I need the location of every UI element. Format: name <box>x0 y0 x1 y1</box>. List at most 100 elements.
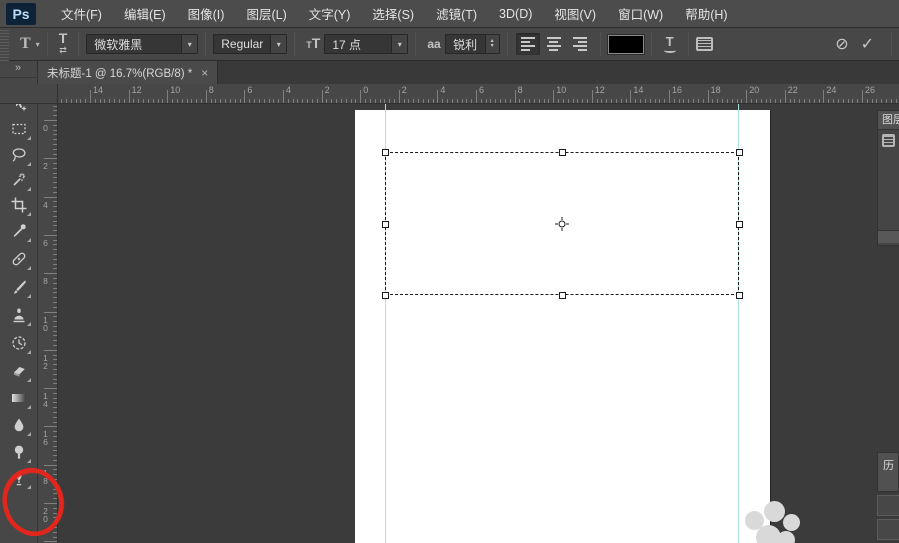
pen-tool[interactable] <box>5 465 33 491</box>
photoshop-logo: Ps <box>6 2 36 25</box>
panel-footer <box>878 230 899 243</box>
eyedropper-tool-icon <box>13 224 26 237</box>
tool-preset-dropdown-arrow-icon[interactable]: ▾ <box>36 40 40 49</box>
menu-item-2[interactable]: 图像(I) <box>177 0 236 28</box>
handle-bottom-right[interactable] <box>736 292 743 299</box>
options-bar-grip[interactable] <box>0 27 9 61</box>
handle-middle-right[interactable] <box>736 221 743 228</box>
history-panel-tab[interactable]: 历 <box>877 452 899 492</box>
horizontal-ruler[interactable]: 14 12 10 8 6 4 2 0 2 4 6 8 10 12 14 16 18 20 22 24 26 <box>58 84 899 104</box>
eraser-tool[interactable] <box>5 358 33 384</box>
divider <box>78 32 80 56</box>
layers-panel-title: 图层 <box>878 111 899 130</box>
blur-tool[interactable] <box>5 412 33 438</box>
ruler-top-label-0: 14 <box>93 85 104 95</box>
divider <box>46 32 48 56</box>
menu-bar: Ps 文件(F) 编辑(E) 图像(I) 图层(L) 文字(Y) 选择(S) 滤镜(T) 3D… <box>0 0 899 28</box>
font-family-value: 微软雅黑 <box>94 37 143 52</box>
dropdown-arrow-icon[interactable]: ▾ <box>391 35 408 53</box>
close-tab-icon[interactable]: × <box>201 66 208 80</box>
menu-item-8[interactable]: 视图(V) <box>543 0 607 28</box>
dropdown-arrow-icon[interactable]: ▾ <box>181 35 198 53</box>
ruler-left-label-0: 0 <box>40 123 51 131</box>
handle-middle-left[interactable] <box>382 221 389 228</box>
ruler-top-label-8: 2 <box>401 85 407 95</box>
menu-item-4[interactable]: 文字(Y) <box>298 0 362 28</box>
divider <box>599 32 601 56</box>
align-left-button[interactable] <box>515 33 540 55</box>
handle-bottom-left[interactable] <box>382 292 389 299</box>
layers-panel-dock[interactable]: 图层 <box>877 110 899 246</box>
ruler-top-label-9: 4 <box>440 85 446 95</box>
collapsed-panel-button[interactable] <box>877 495 899 516</box>
gradient-tool[interactable] <box>5 385 33 411</box>
type-tool-preset-icon[interactable]: T <box>17 35 34 53</box>
ruler-left-label-3: 6 <box>40 237 51 246</box>
brush-tool[interactable] <box>5 274 33 300</box>
menu-item-5[interactable]: 选择(S) <box>361 0 425 28</box>
blur-tool-icon <box>14 418 24 432</box>
healing-brush-tool[interactable] <box>5 246 33 272</box>
tools-panel: » <box>0 61 38 543</box>
ruler-left-label-5: 10 <box>40 314 51 331</box>
ruler-left-label-2: 4 <box>40 199 51 208</box>
pen-tool-icon <box>16 470 22 486</box>
spinner-arrows-icon[interactable]: ▴ ▾ <box>484 35 499 53</box>
menu-item-0[interactable]: 文件(F) <box>50 0 113 28</box>
text-color-swatch[interactable] <box>606 33 645 55</box>
clone-stamp-tool-icon <box>13 308 25 323</box>
handle-bottom-center[interactable] <box>559 292 566 299</box>
menu-item-3[interactable]: 图层(L) <box>235 0 297 28</box>
menu-item-9[interactable]: 窗口(W) <box>607 0 674 28</box>
ruler-top-label-13: 12 <box>594 85 605 95</box>
document-tab-title: 未标题-1 @ 16.7%(RGB/8) * <box>47 67 193 80</box>
font-size-select[interactable]: 17 点 ▾ <box>324 34 409 54</box>
dropdown-arrow-icon[interactable]: ▾ <box>270 35 287 53</box>
menu-item-1[interactable]: 编辑(E) <box>113 0 177 28</box>
ruler-left-label-7: 14 <box>40 391 51 408</box>
warp-text-icon[interactable]: T <box>659 35 681 53</box>
marquee-tool[interactable] <box>5 116 33 142</box>
font-style-select[interactable]: Regular ▾ <box>213 34 288 54</box>
menu-item-7[interactable]: 3D(D) <box>488 2 543 26</box>
commit-edits-icon[interactable]: ✓ <box>855 34 880 54</box>
font-family-select[interactable]: 微软雅黑 ▾ <box>86 34 199 54</box>
crop-tool[interactable] <box>5 192 33 218</box>
menu-item-10[interactable]: 帮助(H) <box>674 0 738 28</box>
ruler-top-label-20: 26 <box>865 85 876 95</box>
vertical-ruler[interactable]: 0 2 4 6 8 10 12 14 16 18 20 <box>38 104 58 543</box>
anti-alias-select[interactable]: 锐利 ▴ ▾ <box>444 34 500 54</box>
ruler-top-label-11: 8 <box>517 85 523 95</box>
ruler-origin-corner[interactable] <box>0 84 58 104</box>
eyedropper-tool[interactable] <box>5 218 33 244</box>
divider <box>415 32 417 56</box>
handle-top-right[interactable] <box>736 149 743 156</box>
text-orientation-toggle-icon[interactable]: T ⇄ <box>55 31 72 55</box>
align-center-button[interactable] <box>542 33 566 55</box>
ruler-top-label-4: 6 <box>247 85 253 95</box>
align-right-button[interactable] <box>568 33 592 55</box>
history-panel-dock[interactable]: 历 <box>877 452 899 543</box>
history-panel-title: 历 <box>883 460 894 472</box>
menu-item-6[interactable]: 滤镜(T) <box>425 0 488 28</box>
lasso-tool[interactable] <box>5 142 33 168</box>
ruler-top-label-18: 22 <box>787 85 798 95</box>
collapsed-panel-button[interactable] <box>877 519 899 540</box>
clone-stamp-tool[interactable] <box>5 302 33 328</box>
cancel-edits-icon[interactable]: ⊘ <box>829 34 854 54</box>
dodge-tool[interactable] <box>5 439 33 465</box>
font-size-icon: TT <box>306 35 321 51</box>
toggle-character-panel-icon[interactable] <box>695 37 713 51</box>
photoshop-window: Ps 文件(F) 编辑(E) 图像(I) 图层(L) 文字(Y) 选择(S) 滤镜(T) 3D… <box>0 0 899 543</box>
layers-panel-icon[interactable] <box>882 134 895 147</box>
canvas-area[interactable] <box>58 104 899 543</box>
history-brush-tool[interactable] <box>5 330 33 356</box>
magic-wand-tool[interactable] <box>5 167 33 193</box>
ruler-top-label-1: 12 <box>131 85 142 95</box>
document-tab[interactable]: 未标题-1 @ 16.7%(RGB/8) * × <box>38 61 219 84</box>
anti-alias-icon: aa <box>427 37 441 51</box>
handle-top-center[interactable] <box>559 149 566 156</box>
divider <box>891 32 892 56</box>
handle-top-left[interactable] <box>382 149 389 156</box>
collapse-tools-icon[interactable]: » <box>0 61 37 78</box>
